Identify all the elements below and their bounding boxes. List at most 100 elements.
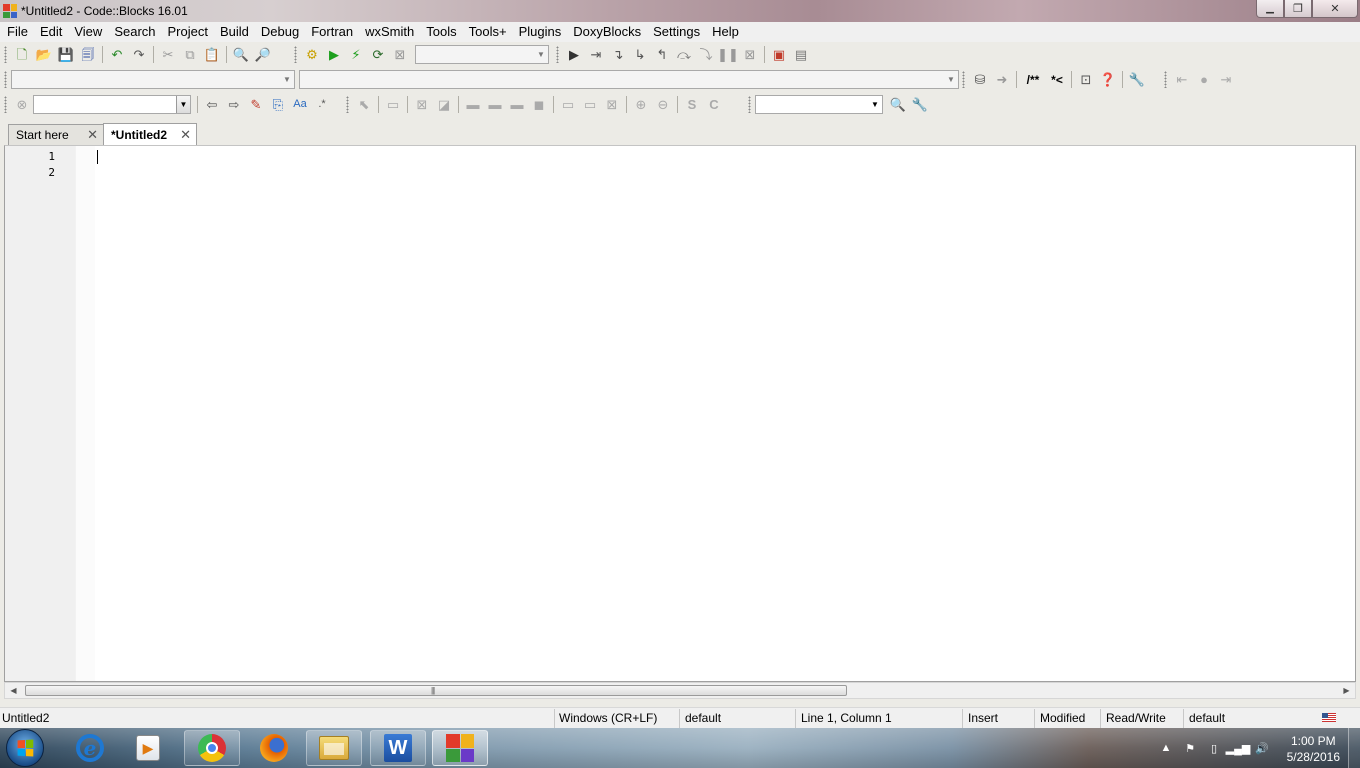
debug-info-icon[interactable]: ▤	[790, 45, 812, 65]
new-file-icon[interactable]: 🗋	[11, 45, 33, 65]
scroll-left-icon[interactable]: ◀	[5, 683, 22, 698]
extract-docs-icon[interactable]: ➜	[991, 70, 1013, 90]
menu-view[interactable]: View	[68, 22, 108, 42]
maximize-button[interactable]: ❐	[1284, 0, 1312, 18]
jump-back-icon[interactable]: ⇤	[1171, 70, 1193, 90]
close-button[interactable]: ✕	[1312, 0, 1358, 18]
minimize-button[interactable]: ▁	[1256, 0, 1284, 18]
build-and-run-icon[interactable]: ⚡	[345, 45, 367, 65]
menu-plugins[interactable]: Plugins	[513, 22, 568, 42]
save-icon[interactable]: 💾	[55, 45, 77, 65]
codeblocks-app-icon[interactable]	[3, 4, 17, 18]
run-html-icon[interactable]: ⊡	[1075, 70, 1097, 90]
close-icon[interactable]: ✕	[87, 127, 98, 143]
horizontal-scrollbar[interactable]: ◀ ||| ▶	[4, 682, 1356, 699]
incremental-search-input[interactable]: ▼	[33, 95, 191, 114]
code-editor[interactable]: 1 2	[4, 145, 1356, 682]
close-icon[interactable]: ✕	[180, 127, 191, 143]
align-middle-icon[interactable]: ▬	[484, 95, 506, 115]
zoom-in-icon[interactable]: ⊕	[630, 95, 652, 115]
block-comment-button[interactable]: /**	[1020, 70, 1046, 90]
pause-icon[interactable]: ❚❚	[717, 45, 739, 65]
pointer-icon[interactable]: ⬉	[353, 95, 375, 115]
toggle-mark-icon[interactable]: ●	[1193, 70, 1215, 90]
menu-doxyblocks[interactable]: DoxyBlocks	[567, 22, 647, 42]
toolbar-grip[interactable]	[962, 71, 965, 88]
expand-icon[interactable]: ◼	[528, 95, 550, 115]
step-out-icon[interactable]: ↰	[651, 45, 673, 65]
taskbar-codeblocks[interactable]	[432, 730, 488, 766]
run-chm-icon[interactable]: ❓	[1097, 70, 1119, 90]
run-to-cursor-icon[interactable]: ⇥	[585, 45, 607, 65]
step-into-icon[interactable]: ↳	[629, 45, 651, 65]
step-into-instruction-icon[interactable]: ⤵	[695, 45, 717, 65]
menu-settings[interactable]: Settings	[647, 22, 706, 42]
menu-tools-plus[interactable]: Tools+	[463, 22, 513, 42]
toolbar-grip[interactable]	[1164, 71, 1167, 88]
run-icon[interactable]: ▶	[323, 45, 345, 65]
taskbar-internet-explorer[interactable]: e	[62, 730, 118, 766]
menu-build[interactable]: Build	[214, 22, 255, 42]
copy-icon[interactable]: ⧉	[179, 45, 201, 65]
align-top-icon[interactable]: ▬	[462, 95, 484, 115]
tab-start-here[interactable]: Start here ✕	[8, 124, 104, 145]
scrollbar-thumb[interactable]: |||	[25, 685, 847, 696]
menu-fortran[interactable]: Fortran	[305, 22, 359, 42]
toolbar-grip[interactable]	[294, 46, 297, 63]
show-hidden-icons-icon[interactable]: ▲	[1158, 740, 1174, 756]
doxyblocks-config-icon[interactable]: 🔧	[1126, 70, 1148, 90]
taskbar-firefox[interactable]	[246, 730, 302, 766]
regex-icon[interactable]: .*	[311, 95, 333, 115]
insert-after-icon[interactable]: ◪	[433, 95, 455, 115]
match-case-icon[interactable]: Aa	[289, 95, 311, 115]
align-bottom-icon[interactable]: ▬	[506, 95, 528, 115]
thread-search-icon[interactable]: 🔍	[887, 95, 909, 115]
scroll-right-icon[interactable]: ▶	[1338, 683, 1355, 698]
show-desktop-button[interactable]	[1348, 728, 1360, 768]
next-line-icon[interactable]: ↴	[607, 45, 629, 65]
open-folder-icon[interactable]: 📂	[33, 45, 55, 65]
action-center-flag-icon[interactable]: ⚑	[1182, 740, 1198, 756]
clear-search-icon[interactable]: ⊗	[11, 95, 33, 115]
stretch-icon[interactable]: S	[681, 95, 703, 115]
taskbar-chrome[interactable]	[184, 730, 240, 766]
menu-file[interactable]: File	[1, 22, 34, 42]
highlight-icon[interactable]: ✎	[245, 95, 267, 115]
menu-debug[interactable]: Debug	[255, 22, 305, 42]
thread-search-input[interactable]: ▼	[755, 95, 883, 114]
find-icon[interactable]: 🔍	[230, 45, 252, 65]
taskbar-file-explorer[interactable]	[306, 730, 362, 766]
abort-icon[interactable]: ⊠	[389, 45, 411, 65]
line-comment-button[interactable]: *<	[1046, 70, 1068, 90]
thread-search-options-icon[interactable]: 🔧	[909, 95, 931, 115]
center-icon[interactable]: C	[703, 95, 725, 115]
search-previous-icon[interactable]: ⇦	[201, 95, 223, 115]
jump-forward-icon[interactable]: ⇥	[1215, 70, 1237, 90]
save-all-icon[interactable]: 🗐	[77, 45, 99, 65]
taskbar-media-player[interactable]: ▶	[120, 730, 176, 766]
toolbar-grip[interactable]	[556, 46, 559, 63]
menu-project[interactable]: Project	[162, 22, 214, 42]
search-next-icon[interactable]: ⇨	[223, 95, 245, 115]
toolbar-grip[interactable]	[346, 96, 349, 113]
taskbar-word[interactable]: W	[370, 730, 426, 766]
menu-edit[interactable]: Edit	[34, 22, 68, 42]
paste-icon[interactable]: 📋	[201, 45, 223, 65]
volume-icon[interactable]: 🔊	[1254, 740, 1270, 756]
power-icon[interactable]: ▯	[1206, 740, 1222, 756]
undo-icon[interactable]: ↶	[106, 45, 128, 65]
menu-help[interactable]: Help	[706, 22, 745, 42]
insert-before-icon[interactable]: ⊠	[411, 95, 433, 115]
debug-continue-icon[interactable]: ▶	[563, 45, 585, 65]
network-signal-icon[interactable]: ▂▄▆	[1226, 740, 1251, 756]
tab-untitled2[interactable]: *Untitled2 ✕	[103, 123, 197, 145]
menu-tools[interactable]: Tools	[420, 22, 462, 42]
toolbar-grip[interactable]	[748, 96, 751, 113]
border-left-icon[interactable]: ▭	[557, 95, 579, 115]
cut-icon[interactable]: ✂	[157, 45, 179, 65]
start-button[interactable]	[6, 729, 44, 767]
toolbar-grip[interactable]	[4, 46, 7, 63]
build-gear-icon[interactable]: ⚙	[301, 45, 323, 65]
toolbar-grip[interactable]	[4, 96, 7, 113]
system-clock[interactable]: 1:00 PM 5/28/2016	[1287, 733, 1340, 765]
